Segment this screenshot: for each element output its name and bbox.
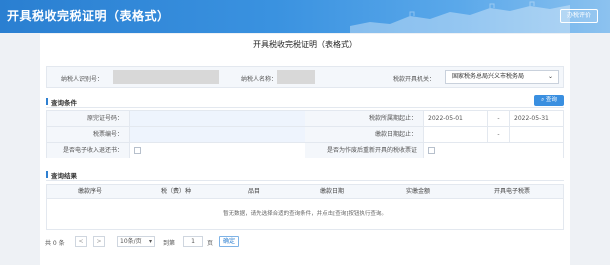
results-table-header: 缴款序号 税（费）种 品目 缴款日期 实缴金额 开具电子税票: [47, 185, 563, 199]
evaluate-button[interactable]: 办税评价: [560, 9, 598, 23]
original-cert-label: 原完证号码：: [47, 111, 129, 126]
taxpayer-name-label: 纳税人名称：: [241, 76, 278, 83]
prev-page-button[interactable]: <: [75, 236, 87, 247]
payment-date-separator: -: [487, 127, 509, 142]
col-issue-e-ticket: 开具电子税票: [493, 188, 530, 195]
tax-org-label: 税款开具机关：: [393, 76, 436, 83]
tax-period-start[interactable]: 2022-05-01: [423, 111, 487, 126]
col-item: 品目: [247, 188, 260, 195]
tax-period-label: 税款所属期起止：: [305, 111, 423, 126]
query-section-title: 查询条件: [46, 97, 77, 107]
total-count: 共 0 条: [45, 240, 65, 247]
header-title: 开具税收完税证明（表格式）: [7, 9, 170, 23]
payment-date-label: 缴款日期起止：: [305, 127, 423, 142]
results-table: 缴款序号 税（费）种 品目 缴款日期 实缴金额 开具电子税票 暂无数据，请先选择…: [46, 184, 564, 230]
query-button-label: 查询: [545, 97, 557, 103]
tax-org-select[interactable]: 国家税务总局兴义市税务局 ⌄: [445, 70, 559, 84]
electronic-refund-checkbox[interactable]: [134, 147, 141, 154]
query-row-2: 税票编号： 缴款日期起止： -: [47, 127, 563, 143]
reissue-checkbox[interactable]: [428, 147, 435, 154]
query-row-1: 原完证号码： 税款所属期起止： 2022-05-01 - 2022-05-31: [47, 111, 563, 127]
col-payment-seq: 缴款序号: [77, 188, 102, 195]
header-banner: 开具税收完税证明（表格式） 办税评价: [0, 0, 610, 33]
great-wall-decoration: [350, 1, 570, 33]
taxpayer-id-label: 纳税人识别号：: [61, 76, 104, 83]
pagination: 共 0 条 < > 10条/页 ▾ 到第 1 页 确定: [45, 236, 345, 248]
chevron-down-icon: ⌄: [547, 73, 553, 80]
tax-no-input[interactable]: [129, 127, 305, 142]
tax-org-value: 国家税务总局兴义市税务局: [452, 73, 525, 80]
query-form: 原完证号码： 税款所属期起止： 2022-05-01 - 2022-05-31 …: [46, 110, 564, 158]
electronic-refund-label: 是否电子收入退还书：: [47, 143, 129, 158]
goto-label: 到第: [163, 240, 176, 247]
tax-period-separator: -: [487, 111, 509, 126]
taxpayer-name-value-masked: [277, 70, 315, 84]
tax-no-label: 税票编号：: [47, 127, 129, 142]
chevron-down-icon: ▾: [148, 238, 152, 245]
col-payment-date: 缴款日期: [319, 188, 344, 195]
payment-date-start[interactable]: [423, 127, 487, 142]
confirm-page-button[interactable]: 确定: [219, 236, 239, 247]
next-page-button[interactable]: >: [93, 236, 105, 247]
query-button[interactable]: ⌕ 查询: [534, 95, 564, 106]
original-cert-input[interactable]: [129, 111, 305, 126]
results-divider: [46, 180, 564, 181]
empty-state-text: 暂无数据，请先选择合适的查询条件，并点击[查询]按钮执行查询。: [223, 211, 387, 217]
col-tax-type: 税（费）种: [160, 188, 191, 195]
electronic-refund-cell: [129, 143, 305, 158]
reissue-label: 是否为作废后重新开具的税收票证: [305, 143, 423, 158]
page-number-input[interactable]: 1: [183, 236, 203, 247]
search-icon: ⌕: [541, 97, 545, 103]
reissue-cell: [423, 143, 563, 158]
page-size-value: 10条/页: [120, 238, 142, 245]
page-title: 开具税收完税证明（表格式）: [253, 40, 357, 49]
query-divider: [46, 107, 564, 108]
page-size-select[interactable]: 10条/页 ▾: [117, 236, 155, 247]
query-row-3: 是否电子收入退还书： 是否为作废后重新开具的税收票证: [47, 143, 563, 159]
main-card: 开具税收完税证明（表格式） 纳税人识别号： 纳税人名称： 税款开具机关： 国家税…: [40, 34, 570, 265]
payment-date-end[interactable]: [509, 127, 563, 142]
page-unit-label: 页: [207, 240, 214, 247]
taxpayer-info-row: 纳税人识别号： 纳税人名称： 税款开具机关： 国家税务总局兴义市税务局 ⌄: [46, 66, 564, 88]
taxpayer-id-value-masked: [113, 70, 219, 84]
col-paid-amount: 实缴金额: [405, 188, 430, 195]
tax-period-end[interactable]: 2022-05-31: [509, 111, 563, 126]
results-section-title: 查询结果: [46, 170, 77, 180]
